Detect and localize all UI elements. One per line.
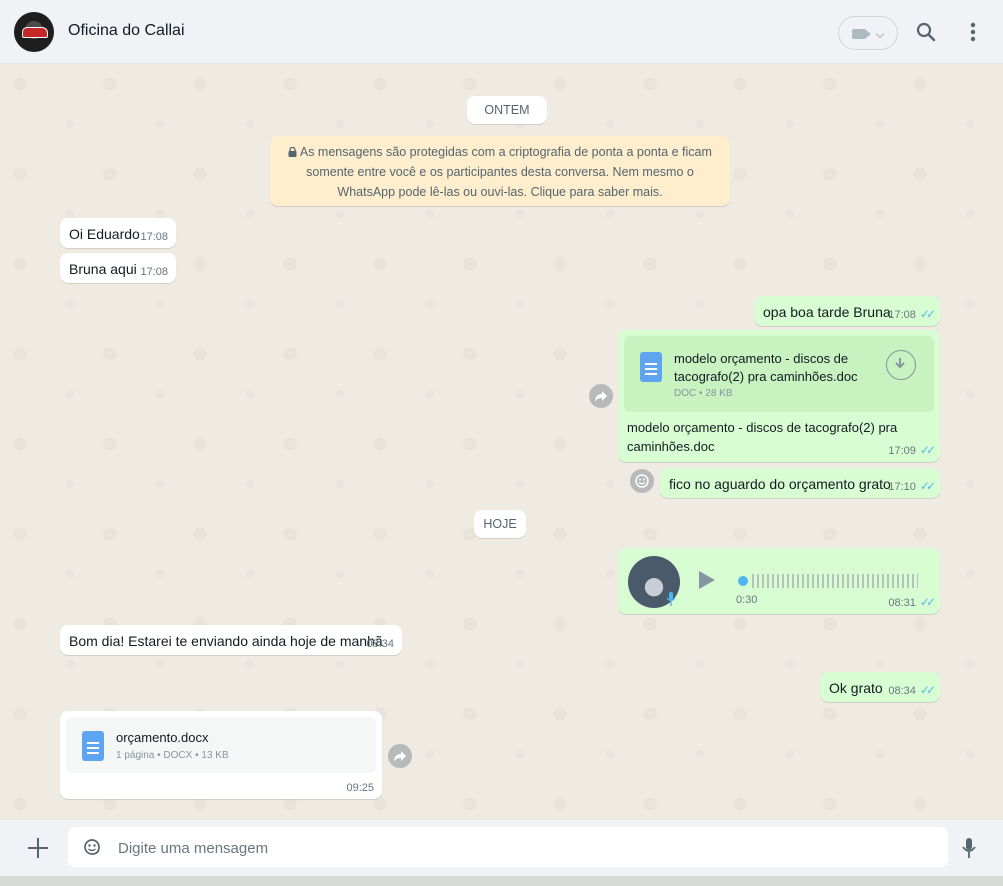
document-name: modelo orçamento - discos de tacografo(2… [674,350,858,386]
message-outgoing[interactable]: opa boa tarde Bruna 17:08 ✓✓ [754,296,940,326]
forward-icon [595,391,607,402]
car-logo-icon [22,27,48,38]
message-time: 08:31 [888,597,916,609]
document-name-line-2: tacografo(2) pra caminhões.doc [674,369,858,384]
document-name: orçamento.docx [116,730,209,745]
chevron-down-icon [875,29,885,39]
sticker-icon[interactable] [82,837,102,857]
caption-line-1: modelo orçamento - discos de tacografo(2… [627,420,898,435]
chat-header: Oficina do Callai [0,0,1003,64]
encryption-line-1: As mensagens são protegidas com a cripto… [299,145,712,159]
message-text: Bom dia! Estarei te enviando ainda hoje … [69,633,383,649]
video-call-button[interactable] [838,16,898,50]
message-time: 08:34 [888,685,916,697]
document-card[interactable]: orçamento.docx 1 página • DOCX • 13 KB [66,717,376,773]
chat-area[interactable]: ONTEM As mensagens são protegidas com a … [0,64,1003,820]
caption-line-2: caminhões.doc [627,439,715,454]
double-check-icon: ✓✓ [919,595,936,609]
download-icon [895,358,905,369]
audio-waveform[interactable] [738,574,918,588]
document-meta: DOC • 28 KB [674,388,733,399]
message-time: 09:25 [346,782,374,794]
forward-button[interactable] [388,744,412,768]
message-text: Oi Eduardo [69,226,140,242]
download-button[interactable] [886,350,916,380]
encryption-line-2: somente entre você e os participantes de… [306,165,694,179]
date-divider-today: HOJE [474,510,526,538]
encryption-line-3: WhatsApp pode lê-las ou ouvi-las. Clique… [337,185,663,199]
play-icon[interactable] [698,570,716,590]
double-check-icon: ✓✓ [919,479,936,493]
doc-file-icon [640,352,662,382]
date-label: HOJE [483,517,517,531]
contact-avatar[interactable] [14,12,54,52]
message-outgoing[interactable]: fico no aguardo do orçamento grato 17:10… [660,468,940,498]
attach-plus-icon[interactable] [28,838,48,858]
double-check-icon: ✓✓ [919,683,936,697]
lock-icon [288,146,297,157]
document-meta: 1 página • DOCX • 13 KB [116,750,229,761]
message-input[interactable] [116,827,920,869]
message-outgoing-voice[interactable]: 0:30 08:31 ✓✓ [618,548,940,614]
microphone-icon [666,592,676,606]
bottom-strip [0,876,1003,886]
composer-bar [0,820,1003,886]
document-name-line-1: modelo orçamento - discos de [674,351,849,366]
message-time: 17:08 [888,309,916,321]
message-time: 17:10 [888,481,916,493]
microphone-icon[interactable] [962,838,976,858]
message-input-box[interactable] [68,827,948,869]
encryption-notice[interactable]: As mensagens são protegidas com a cripto… [270,136,730,206]
double-check-icon: ✓✓ [919,443,936,457]
forward-button[interactable] [589,384,613,408]
message-text: fico no aguardo do orçamento grato [669,476,891,492]
search-icon[interactable] [916,22,936,42]
message-incoming-document[interactable]: orçamento.docx 1 página • DOCX • 13 KB 0… [60,711,382,799]
message-incoming[interactable]: Bom dia! Estarei te enviando ainda hoje … [60,625,402,655]
waveform-bars [752,574,918,588]
date-divider-yesterday: ONTEM [467,96,547,124]
message-time: 08:34 [366,638,394,650]
message-time: 17:08 [140,266,168,278]
double-check-icon: ✓✓ [919,307,936,321]
message-incoming[interactable]: Oi Eduardo 17:08 [60,218,176,248]
video-camera-icon [852,29,871,39]
message-incoming[interactable]: Bruna aqui 17:08 [60,253,176,283]
document-card[interactable]: modelo orçamento - discos de tacografo(2… [624,336,934,412]
message-time: 17:08 [140,231,168,243]
date-label: ONTEM [484,103,530,117]
smiley-icon [635,474,649,488]
menu-icon[interactable] [970,22,976,42]
document-caption: modelo orçamento - discos de tacografo(2… [627,418,897,456]
reaction-button[interactable] [630,469,654,493]
audio-progress-dot[interactable] [738,576,748,586]
doc-file-icon [82,731,104,761]
message-text: Ok grato [829,680,883,696]
message-time: 17:09 [888,445,916,457]
message-outgoing-document[interactable]: modelo orçamento - discos de tacografo(2… [618,330,940,462]
message-text: opa boa tarde Bruna [763,304,891,320]
forward-icon [394,751,406,762]
contact-name[interactable]: Oficina do Callai [68,22,185,40]
message-text: Bruna aqui [69,261,137,277]
audio-duration: 0:30 [736,594,758,606]
message-outgoing[interactable]: Ok grato 08:34 ✓✓ [820,672,940,702]
